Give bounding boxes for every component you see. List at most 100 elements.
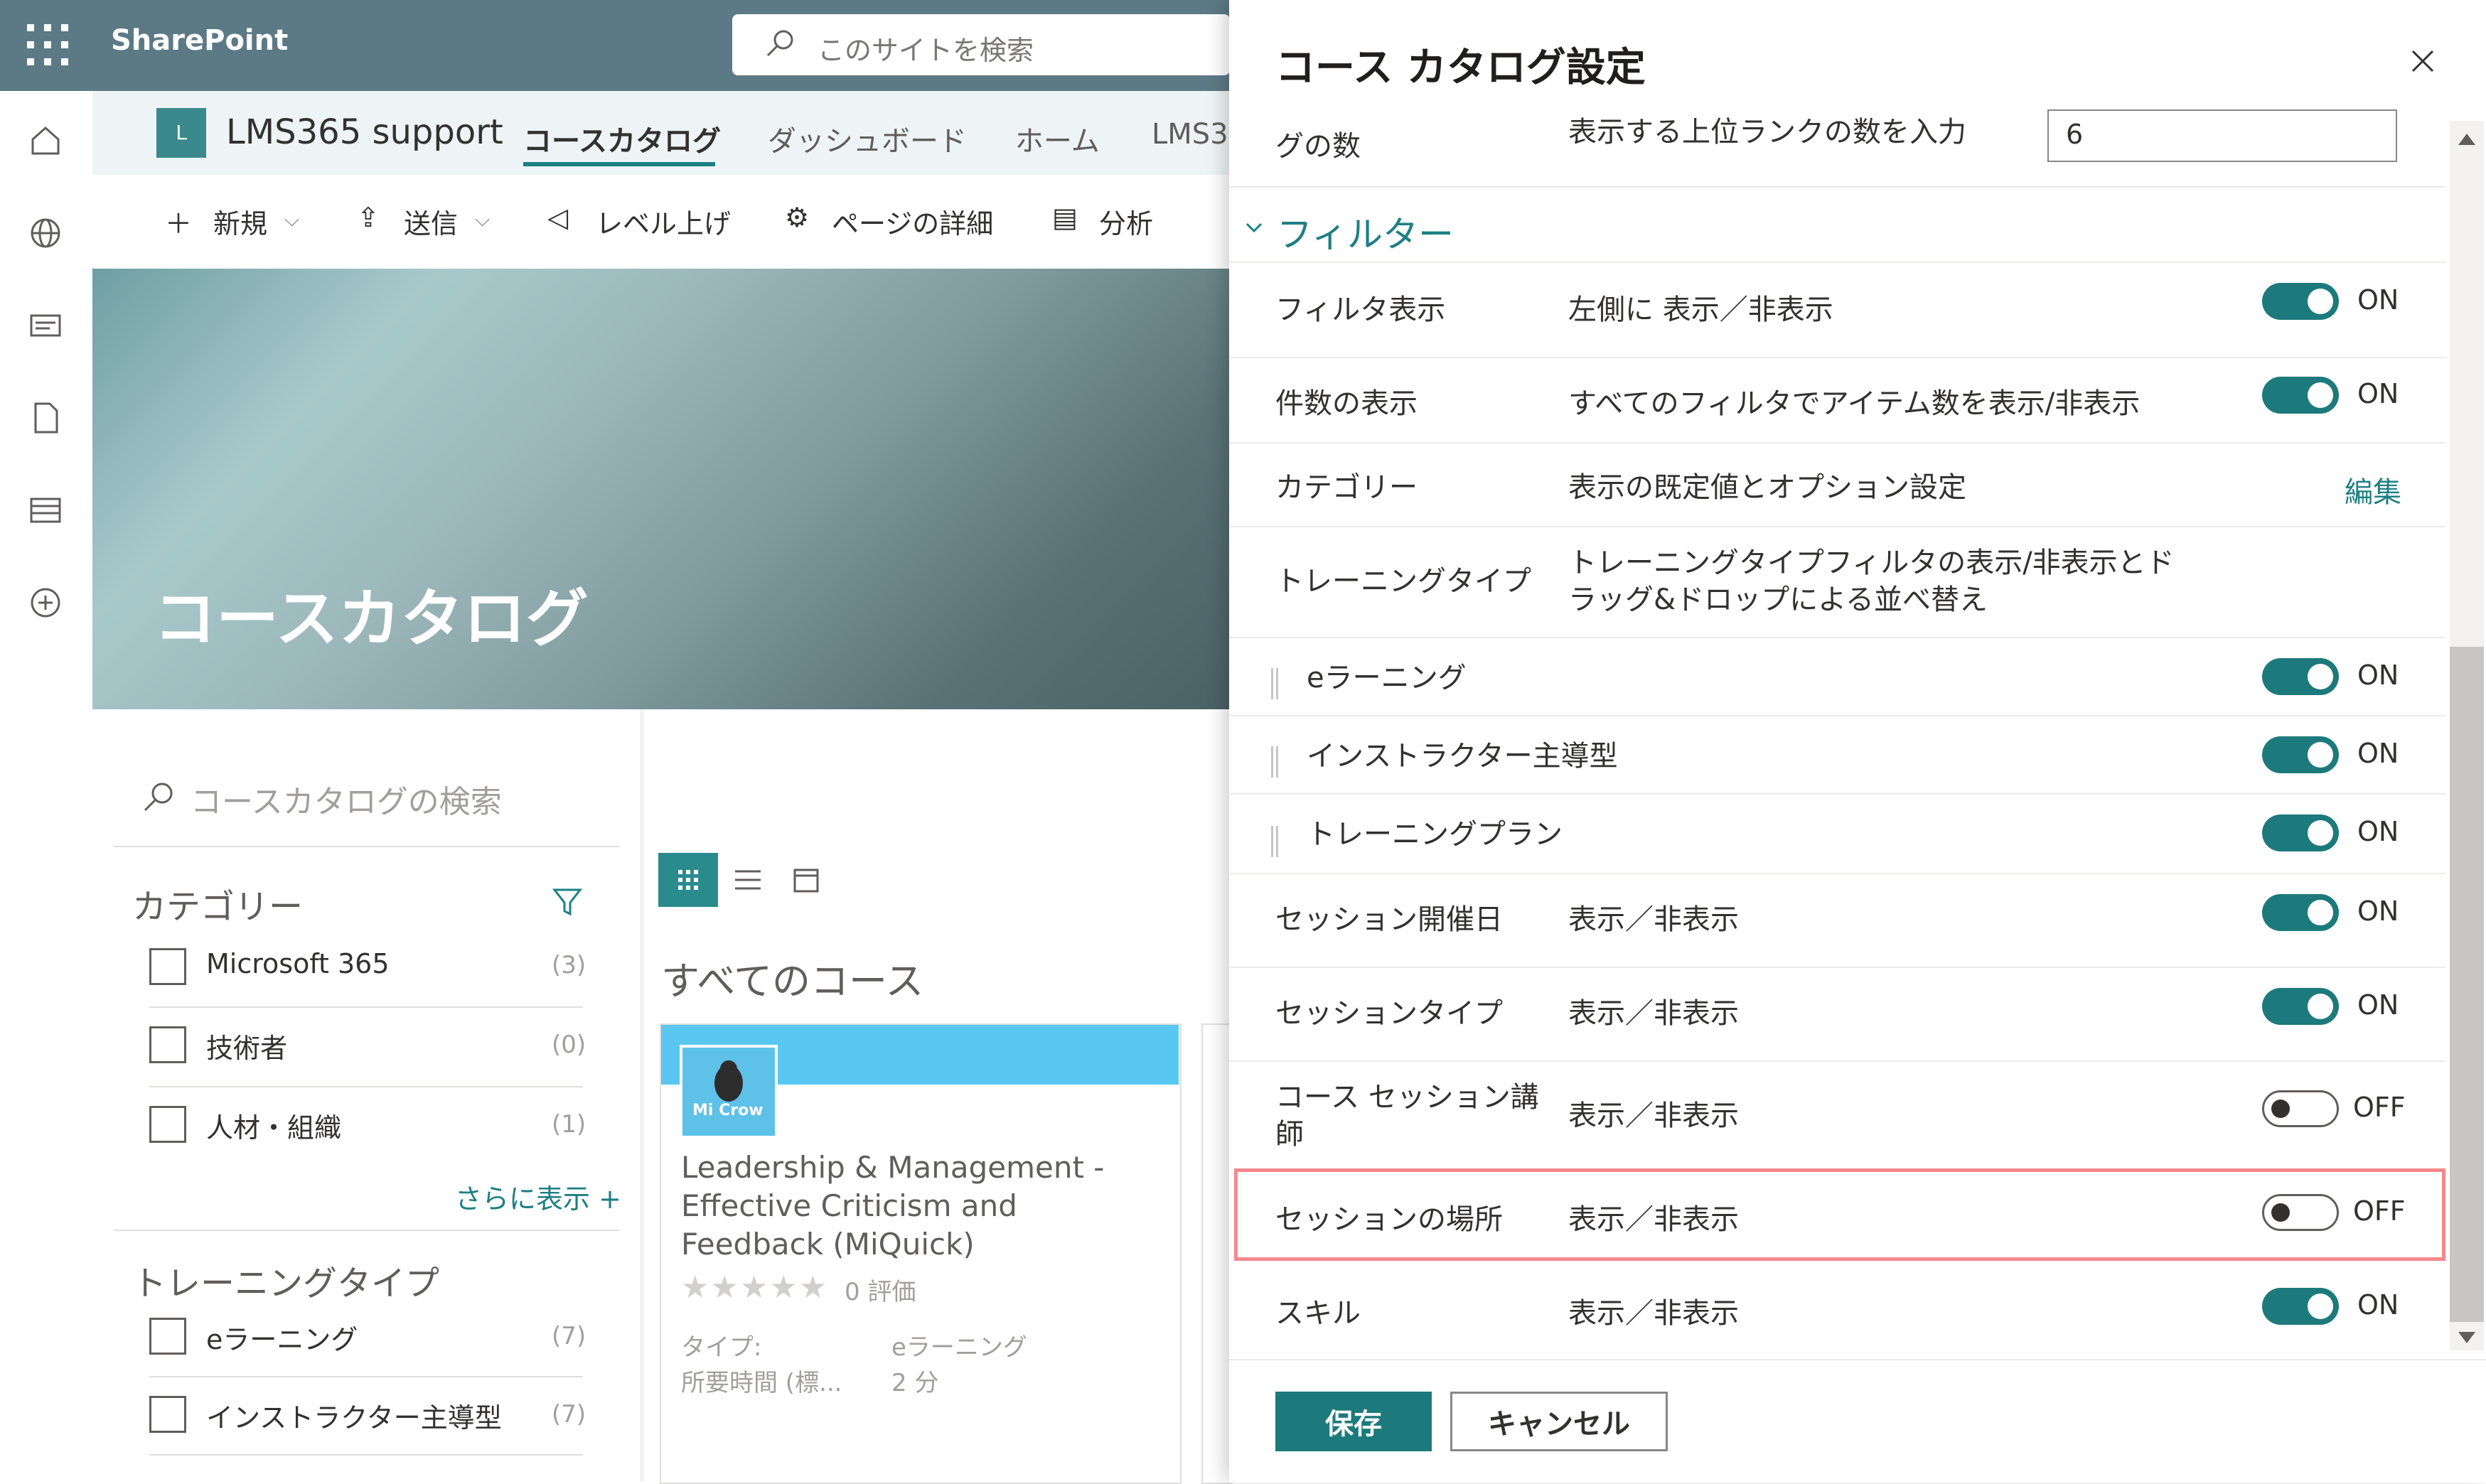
catalog-search-input[interactable]: コースカタログの検索 [191, 776, 502, 822]
scroll-up-icon[interactable] [2457, 131, 2477, 148]
row-desc: 表示／非表示 [1568, 997, 1739, 1030]
show-more-link[interactable]: さらに表示 + [455, 1177, 621, 1216]
toggle-state: ON [2357, 816, 2399, 847]
nav-active-indicator [523, 162, 715, 166]
elearning-toggle[interactable] [2262, 658, 2339, 695]
row-label-training-type: トレーニングタイプ [1275, 565, 1531, 598]
row-label-session-type: セッションタイプ [1275, 997, 1503, 1030]
divider [1229, 637, 2445, 638]
add-circle-icon[interactable] [27, 584, 64, 621]
toggle-state: ON [2357, 738, 2399, 769]
category-edit-link[interactable]: 編集 [2345, 469, 2401, 510]
row-label-session-date: セッション開催日 [1275, 903, 1503, 936]
news-icon[interactable] [27, 307, 64, 344]
training-plan-toggle[interactable] [2262, 814, 2339, 851]
grid-icon [678, 870, 698, 890]
training-checkbox[interactable] [149, 1318, 186, 1355]
send-button[interactable]: 送信 [404, 202, 458, 241]
session-type-toggle[interactable] [2262, 988, 2339, 1025]
globe-icon[interactable] [27, 215, 64, 252]
category-checkbox[interactable] [149, 1106, 186, 1143]
close-icon[interactable] [2407, 45, 2438, 77]
analytics-button[interactable]: 分析 [1099, 202, 1153, 241]
chevron-down-icon[interactable]: ⌵ [475, 208, 490, 232]
divider [1229, 357, 2445, 358]
promote-button[interactable]: レベル上げ [596, 202, 731, 241]
session-date-toggle[interactable] [2262, 894, 2339, 931]
session-location-toggle[interactable] [2262, 1194, 2339, 1231]
nav-course-catalog[interactable]: コースカタログ [523, 118, 721, 159]
left-app-rail [0, 91, 94, 1481]
toggle-state: ON [2357, 1289, 2399, 1321]
scroll-down-icon[interactable] [2457, 1329, 2477, 1346]
gear-icon: ⚙ [785, 202, 810, 233]
calendar-view-icon[interactable] [791, 866, 822, 894]
grid-view-button[interactable] [658, 853, 718, 907]
app-launcher-icon[interactable] [27, 24, 68, 65]
home-icon[interactable] [27, 122, 64, 159]
cancel-button[interactable]: キャンセル [1450, 1392, 1668, 1451]
save-button[interactable]: 保存 [1275, 1392, 1432, 1451]
course-title[interactable]: Leadership & Management - Effective Crit… [681, 1149, 1164, 1264]
filter-section-header[interactable]: フィルター [1277, 206, 1454, 257]
row-desc: 表示／非表示 [1568, 1099, 1739, 1132]
row-desc: 表示／非表示 [1568, 1203, 1739, 1236]
pane-scrollbar-thumb[interactable] [2450, 647, 2484, 1322]
top-rank-input[interactable]: 6 [2047, 109, 2397, 162]
row-desc: 左側に 表示／非表示 [1568, 294, 1833, 326]
divider [1229, 873, 2445, 874]
divider [149, 1006, 583, 1008]
divider [1229, 793, 2445, 795]
toggle-state: ON [2357, 378, 2399, 409]
course-card[interactable] [1201, 1023, 1233, 1484]
filter-display-toggle[interactable] [2262, 283, 2339, 320]
category-checkbox[interactable] [149, 1026, 186, 1063]
page-details-button[interactable]: ページの詳細 [832, 202, 993, 241]
search-icon [766, 30, 793, 57]
count-display-toggle[interactable] [2262, 377, 2339, 414]
promote-icon: ◁ [547, 202, 569, 233]
row-label-category: カテゴリー [1275, 471, 1418, 504]
course-type-label: タイプ: [681, 1333, 762, 1362]
drag-handle-icon[interactable] [1271, 826, 1278, 857]
crow-logo-icon [714, 1060, 743, 1102]
filter-panel [92, 709, 644, 1481]
toggle-state: ON [2357, 989, 2399, 1021]
brand-name[interactable]: SharePoint [111, 24, 288, 57]
divider [1229, 967, 2445, 968]
divider [114, 1230, 620, 1231]
file-icon[interactable] [27, 399, 64, 436]
divider [1229, 442, 2445, 443]
drag-handle-icon[interactable] [1271, 668, 1278, 699]
toggle-state: OFF [2353, 1195, 2406, 1227]
chevron-down-icon[interactable] [1243, 216, 1265, 239]
row-desc: 表示／非表示 [1568, 1297, 1739, 1330]
new-button[interactable]: 新規 [213, 202, 267, 241]
analytics-icon: ▤ [1052, 202, 1078, 233]
pane-title: コース カタログ設定 [1275, 45, 1646, 91]
nav-home[interactable]: ホーム [1015, 118, 1100, 159]
list-icon[interactable] [27, 492, 64, 529]
site-logo[interactable]: L [156, 108, 206, 158]
course-logo-text: Mi Crow [692, 1102, 764, 1119]
site-name[interactable]: LMS365 support [226, 112, 503, 152]
divider [1229, 715, 2445, 716]
instructor-led-toggle[interactable] [2262, 736, 2339, 773]
chevron-down-icon[interactable]: ⌵ [284, 208, 299, 232]
category-filter-title: カテゴリー [132, 887, 304, 927]
rating-count: 0 評価 [845, 1278, 916, 1306]
site-search-box[interactable]: このサイトを検索 [732, 14, 1230, 75]
row-label-filter-display: フィルタ表示 [1275, 294, 1446, 326]
row-label-count-display: 件数の表示 [1275, 387, 1418, 420]
all-courses-heading: すべてのコース [661, 959, 924, 1004]
list-view-icon[interactable] [732, 866, 764, 894]
training-checkbox[interactable] [149, 1396, 186, 1433]
drag-handle-icon[interactable] [1271, 746, 1278, 778]
nav-dashboard[interactable]: ダッシュボード [768, 118, 967, 159]
divider [1229, 1060, 2445, 1062]
filter-icon[interactable] [550, 884, 587, 921]
skill-toggle[interactable] [2262, 1288, 2339, 1325]
toggle-state: OFF [2353, 1092, 2406, 1123]
category-checkbox[interactable] [149, 948, 186, 985]
session-instructor-toggle[interactable] [2262, 1090, 2339, 1127]
